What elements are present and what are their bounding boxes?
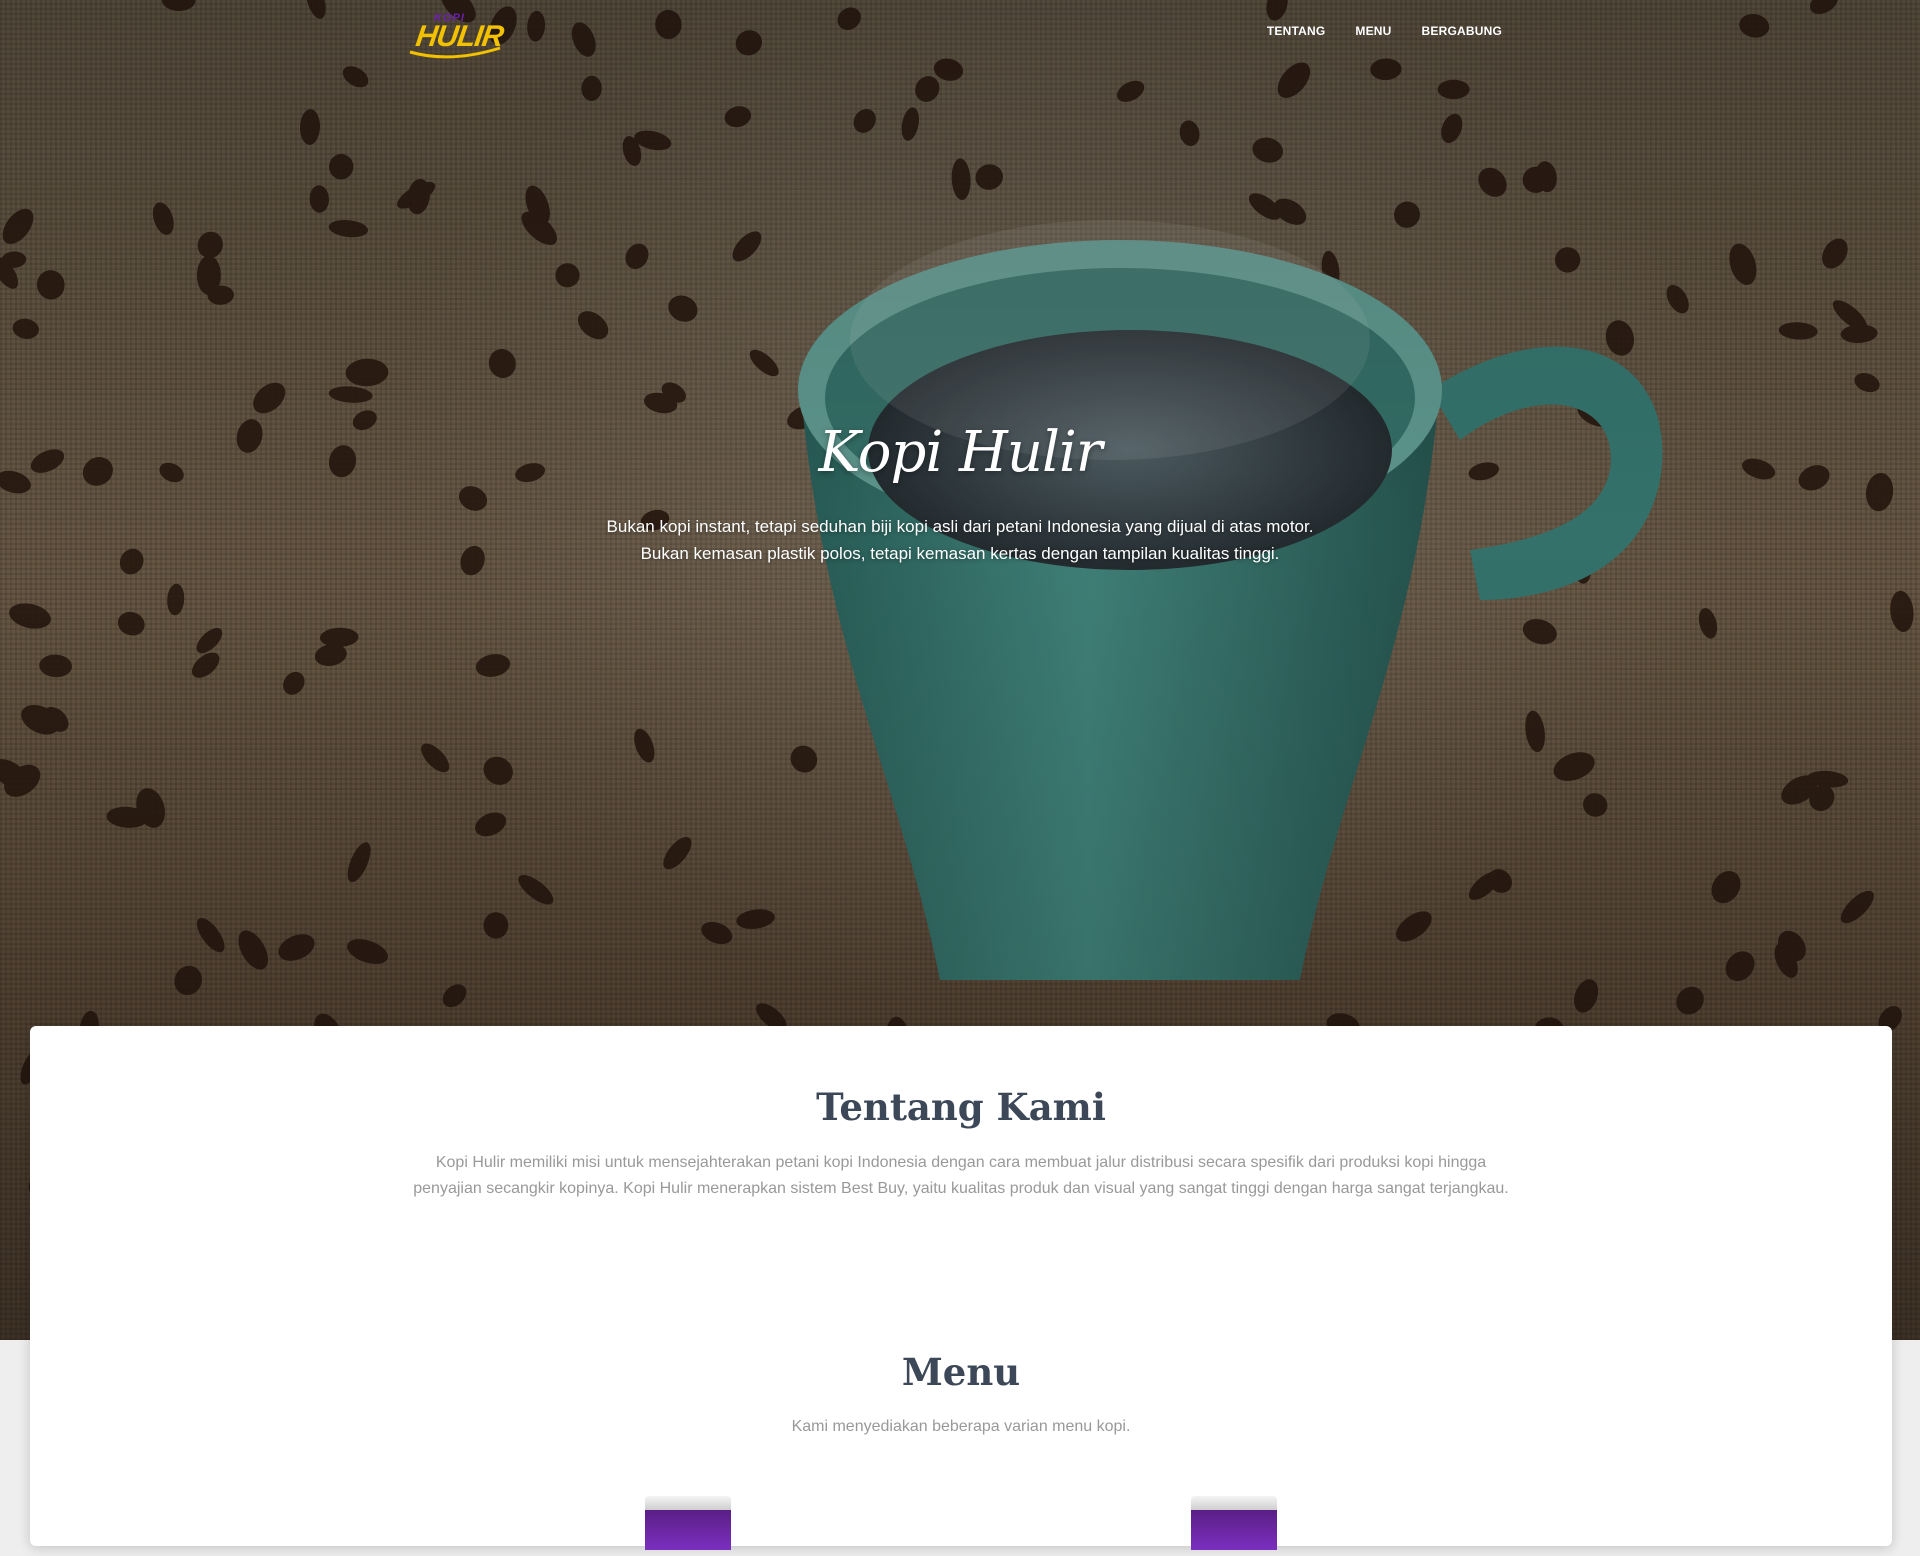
top-navbar: KOPI HULIR TENTANG MENU BERGABUNG — [0, 0, 1920, 64]
menu-section-title: Menu — [901, 1350, 1021, 1394]
about-section-title: Tentang Kami — [816, 1085, 1106, 1129]
hero-subtitle-line-2: Bukan kemasan plastik polos, tetapi kema… — [640, 544, 1280, 563]
menu-product-image[interactable] — [1191, 1496, 1277, 1556]
logo-swoosh-icon — [409, 46, 501, 59]
about-section-text: Kopi Hulir memiliki misi untuk mensejaht… — [413, 1154, 1509, 1197]
nav-links: TENTANG MENU BERGABUNG — [1267, 24, 1502, 38]
nav-link-tentang[interactable]: TENTANG — [1267, 24, 1326, 38]
menu-section-description: Kami menyediakan beberapa varian menu ko… — [791, 1418, 1131, 1435]
nav-link-menu[interactable]: MENU — [1355, 24, 1391, 38]
menu-product-image[interactable] — [645, 1496, 731, 1556]
hero-subtitle-line-1: Bukan kopi instant, tetapi seduhan biji … — [606, 517, 1314, 536]
hero-title: Kopi Hulir — [818, 420, 1102, 485]
hero-subtitle: Bukan kopi instant, tetapi seduhan biji … — [0, 513, 1920, 567]
product-cup-lid — [1191, 1496, 1277, 1510]
product-cup-body — [645, 1510, 731, 1550]
content-card: Tentang Kami Kopi Hulir memiliki misi un… — [30, 1026, 1892, 1550]
nav-link-bergabung[interactable]: BERGABUNG — [1422, 24, 1502, 38]
product-cup-lid — [645, 1496, 731, 1510]
kopi-hulir-logo[interactable]: KOPI HULIR — [408, 12, 505, 62]
product-cup-body — [1191, 1510, 1277, 1550]
